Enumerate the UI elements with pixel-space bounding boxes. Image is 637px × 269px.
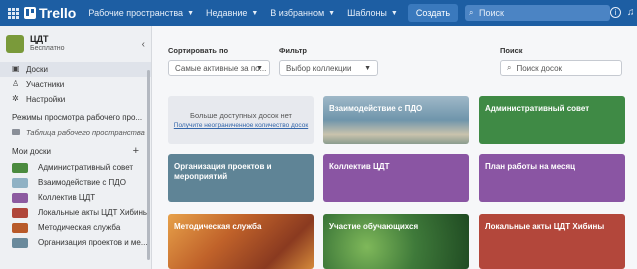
board-card[interactable]: Коллектив ЦДТ [323,154,469,202]
sort-select[interactable]: Самые активные за по... ▼ [168,60,270,76]
sidebar-item-settings[interactable]: ✲ Настройки [0,92,151,107]
views-section-title: Режимы просмотра рабочего про... [12,113,143,122]
sidebar-item-members[interactable]: ♙ Участники [0,77,151,92]
board-card[interactable]: Методическая служба [168,214,314,269]
board-thumbnail [12,178,28,188]
board-card[interactable]: Административный совет [479,96,625,144]
board-card[interactable]: Взаимодействие с ПДО [323,96,469,144]
board-search-input[interactable]: ⌕ Поиск досок [500,60,622,76]
search-icon: ⌕ [507,63,512,72]
workspace-name: ЦДТ [30,34,49,44]
board-thumbnail [12,238,28,248]
chevron-down-icon: ▼ [251,9,259,17]
gear-icon: ✲ [12,94,19,103]
workspace-plan: Бесплатно [30,45,65,52]
create-button[interactable]: Создать [407,4,459,22]
table-icon [12,129,20,135]
filter-label: Фильтр [279,46,307,55]
add-board-icon[interactable]: + [133,145,139,157]
no-more-boards-card: Больше доступных досок нет Получите неог… [168,96,314,144]
workspace-header[interactable]: ЦДТ Бесплатно ‹ [0,26,151,62]
sidebar-board-link[interactable]: Организация проектов и ме... [0,235,151,250]
board-card[interactable]: Локальные акты ЦДТ Хибины [479,214,625,269]
trello-logo[interactable]: Trello [24,5,76,21]
sidebar-item-workspace-table[interactable]: Таблица рабочего пространства [0,125,151,139]
app-switcher-icon[interactable] [6,6,20,20]
collapse-sidebar-icon[interactable]: ‹ [142,39,145,50]
chevron-down-icon: ▼ [364,64,371,72]
sort-label: Сортировать по [168,46,229,55]
notification-bell-icon[interactable]: ♫ [627,7,635,18]
sidebar-board-link[interactable]: Локальные акты ЦДТ Хибины [0,205,151,220]
sidebar-board-link[interactable]: Методическая служба [0,220,151,235]
board-search-label: Поиск [500,46,523,55]
sidebar-board-link[interactable]: Административный совет [0,160,151,175]
members-icon: ♙ [12,79,20,88]
board-thumbnail [12,163,28,173]
collection-filter-select[interactable]: Выбор коллекции ▼ [279,60,378,76]
sidebar-scrollbar[interactable] [147,70,150,260]
sidebar-board-link[interactable]: Коллектив ЦДТ [0,190,151,205]
board-icon: ▣ [12,64,20,73]
board-card[interactable]: Участие обучающихся [323,214,469,269]
search-input[interactable]: ⌕ Поиск [465,5,610,21]
upgrade-link[interactable]: Получите неограниченное количество досок [168,122,314,129]
chevron-down-icon: ▼ [187,9,194,17]
menu-workspaces[interactable]: Рабочие пространства ▼ [88,8,194,18]
chevron-down-icon: ▼ [256,64,263,72]
no-more-boards-text: Больше доступных досок нет [190,111,292,120]
workspace-avatar [6,35,24,53]
board-card[interactable]: План работы на месяц [479,154,625,202]
info-icon[interactable]: i [610,7,621,18]
menu-starred[interactable]: В избранном ▼ [270,8,335,18]
board-thumbnail [12,223,28,233]
trello-mark-icon [24,7,36,19]
my-boards-header: Мои доски + [12,145,139,157]
search-icon: ⌕ [469,8,474,17]
menu-recent[interactable]: Недавние ▼ [206,8,258,18]
sidebar-board-link[interactable]: Взаимодействие с ПДО [0,175,151,190]
board-thumbnail [12,208,28,218]
top-navigation-bar: Trello Рабочие пространства ▼ Недавние ▼ В… [0,0,637,26]
sidebar: ЦДТ Бесплатно ‹ ▣ Доски ♙ Участники ✲ На… [0,26,152,269]
menu-templates[interactable]: Шаблоны ▼ [347,8,398,18]
sidebar-item-boards[interactable]: ▣ Доски [0,62,151,77]
board-card[interactable]: Организация проектов и мероприятий [168,154,314,202]
board-thumbnail [12,193,28,203]
chevron-down-icon: ▼ [390,9,398,17]
filters-bar: Сортировать по Самые активные за по... ▼… [168,40,637,80]
boards-main: Сортировать по Самые активные за по... ▼… [153,26,637,269]
chevron-down-icon: ▼ [328,9,336,17]
